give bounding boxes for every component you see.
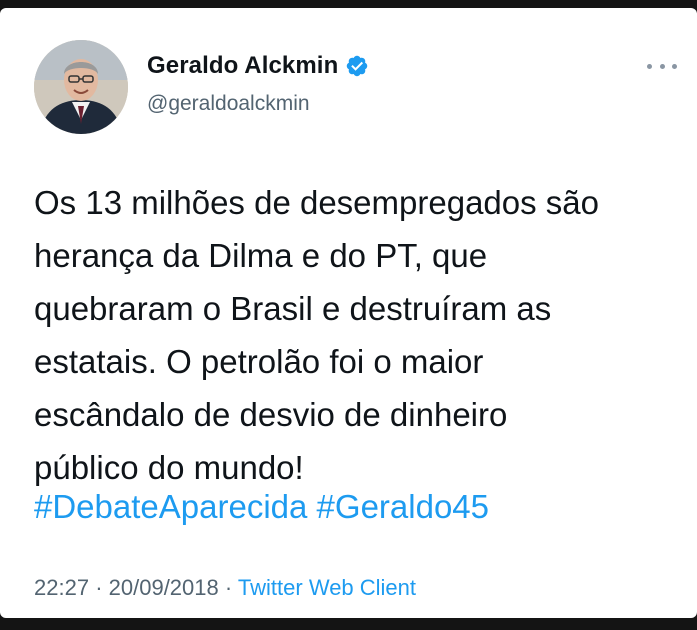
hashtag-link[interactable]: #DebateAparecida bbox=[34, 488, 307, 525]
author-name-row: Geraldo Alckmin bbox=[147, 52, 369, 80]
hashtag-link[interactable]: #Geraldo45 bbox=[317, 488, 489, 525]
avatar[interactable] bbox=[34, 40, 128, 134]
tweet-time[interactable]: 22:27 bbox=[34, 575, 89, 600]
tweet-text: Os 13 milhões de desempregados são heran… bbox=[34, 184, 599, 486]
tweet-card: Geraldo Alckmin @geraldoalckmin Os 13 mi… bbox=[0, 8, 697, 618]
tweet-date[interactable]: 20/09/2018 bbox=[109, 575, 219, 600]
client-link[interactable]: Twitter Web Client bbox=[238, 575, 416, 600]
author-name[interactable]: Geraldo Alckmin bbox=[147, 52, 338, 80]
meta-separator: · bbox=[224, 575, 233, 600]
hashtags: #DebateAparecida #Geraldo45 bbox=[34, 480, 489, 533]
meta-separator: · bbox=[95, 575, 103, 600]
more-dot bbox=[647, 63, 652, 69]
more-options-icon[interactable] bbox=[647, 56, 677, 76]
more-dot bbox=[659, 63, 665, 69]
author-handle[interactable]: @geraldoalckmin bbox=[147, 92, 310, 116]
verified-badge-icon bbox=[345, 54, 369, 78]
tweet-metadata: 22:27 · 20/09/2018 · Twitter Web Client bbox=[34, 575, 416, 601]
more-dot bbox=[672, 63, 677, 69]
